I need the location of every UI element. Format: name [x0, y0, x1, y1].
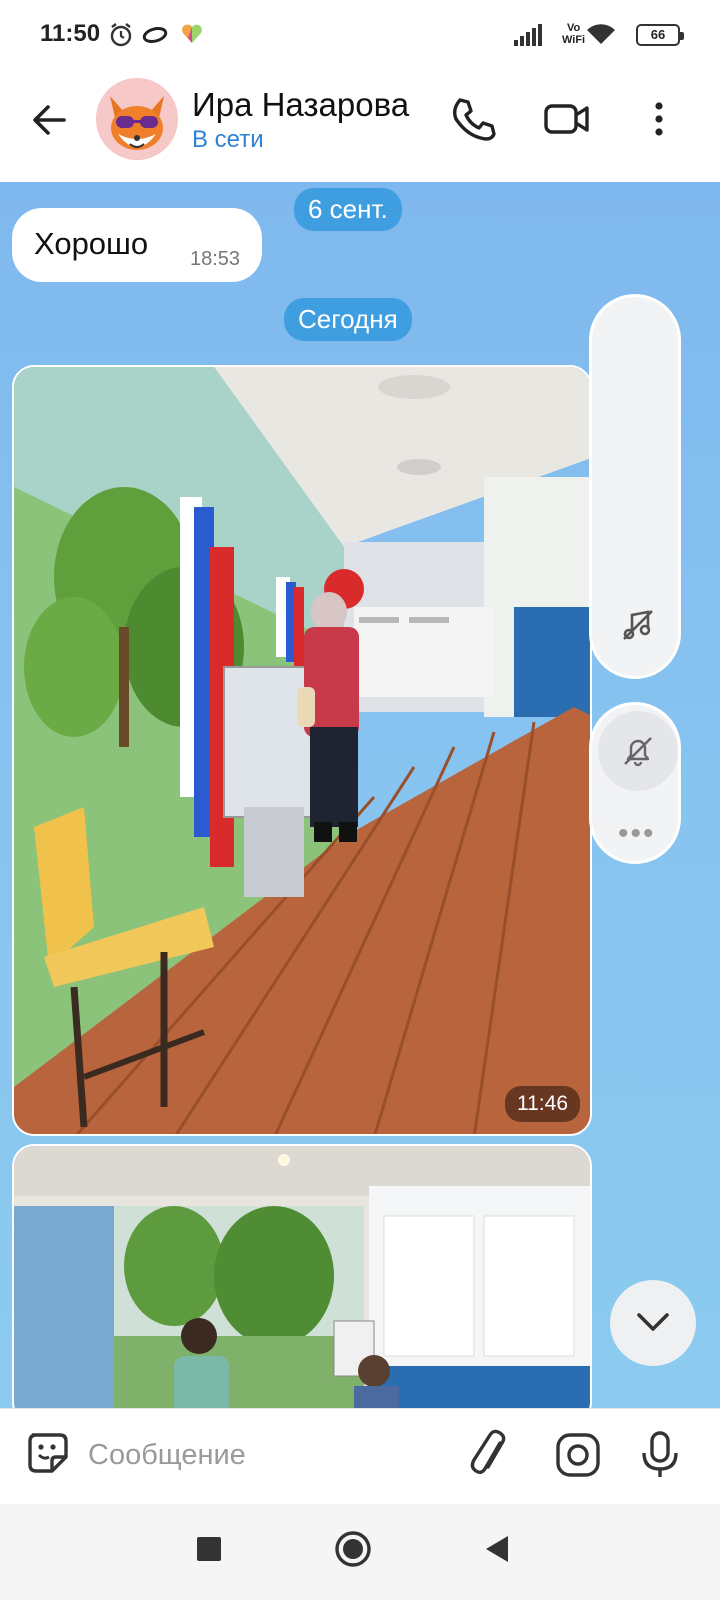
photo-message-2[interactable]	[12, 1144, 592, 1408]
system-nav-bar	[0, 1504, 720, 1600]
date-separator: 6 сент.	[294, 188, 402, 231]
bell-off-icon	[624, 737, 652, 767]
signal-icon	[514, 24, 542, 46]
app-heart-icon	[182, 24, 202, 43]
microphone-icon[interactable]	[634, 1429, 686, 1481]
date-separator-today: Сегодня	[284, 298, 412, 341]
phone-icon[interactable]	[446, 92, 500, 146]
chevron-down-icon	[637, 1313, 669, 1331]
status-time: 11:50	[40, 20, 101, 47]
scroll-down-button[interactable]	[610, 1280, 696, 1366]
home-circle-icon[interactable]	[334, 1530, 372, 1568]
status-bar: 11:50 Vo WiFi 66	[0, 0, 720, 70]
contact-name[interactable]: Ира Назарова	[192, 86, 409, 124]
polling-station-photo	[14, 367, 590, 1134]
room-photo	[14, 1146, 590, 1408]
message-input-bar	[0, 1408, 720, 1504]
attach-paperclip-icon[interactable]	[466, 1429, 518, 1481]
camera-icon[interactable]	[552, 1429, 604, 1481]
mute-button[interactable]	[598, 711, 678, 791]
photo-message[interactable]: 11:46	[12, 365, 592, 1136]
side-panel-top[interactable]	[589, 294, 681, 679]
photo-time: 11:46	[505, 1086, 580, 1122]
back-triangle-icon[interactable]	[482, 1534, 512, 1564]
fox-avatar-image	[96, 78, 178, 160]
alarm-icon	[110, 23, 132, 47]
battery-icon: 66	[636, 24, 684, 46]
recent-apps-square-icon[interactable]	[194, 1534, 224, 1564]
music-off-icon[interactable]	[620, 607, 656, 643]
more-vertical-icon[interactable]	[632, 92, 686, 146]
emoji-sticker-icon[interactable]	[22, 1427, 74, 1479]
volte-label: Vo WiFi	[562, 22, 586, 46]
back-arrow-icon[interactable]	[28, 98, 72, 142]
presence-status: В сети	[192, 126, 264, 153]
video-camera-icon[interactable]	[540, 92, 594, 146]
message-bubble[interactable]: Хорошо 18:53	[12, 208, 262, 282]
avatar[interactable]	[96, 78, 178, 160]
message-text: Хорошо	[34, 226, 149, 261]
message-input[interactable]	[88, 1431, 448, 1479]
more-horizontal-icon[interactable]: •••	[618, 817, 656, 851]
chat-header: Ира Назарова В сети	[0, 70, 720, 182]
link-icon	[142, 27, 168, 43]
side-panel-bottom[interactable]: •••	[589, 702, 681, 864]
wifi-icon	[587, 24, 615, 44]
message-time: 18:53	[190, 248, 241, 270]
chat-area[interactable]: 6 сент. Хорошо 18:53 Сегодня 11:46 •••	[0, 182, 720, 1408]
